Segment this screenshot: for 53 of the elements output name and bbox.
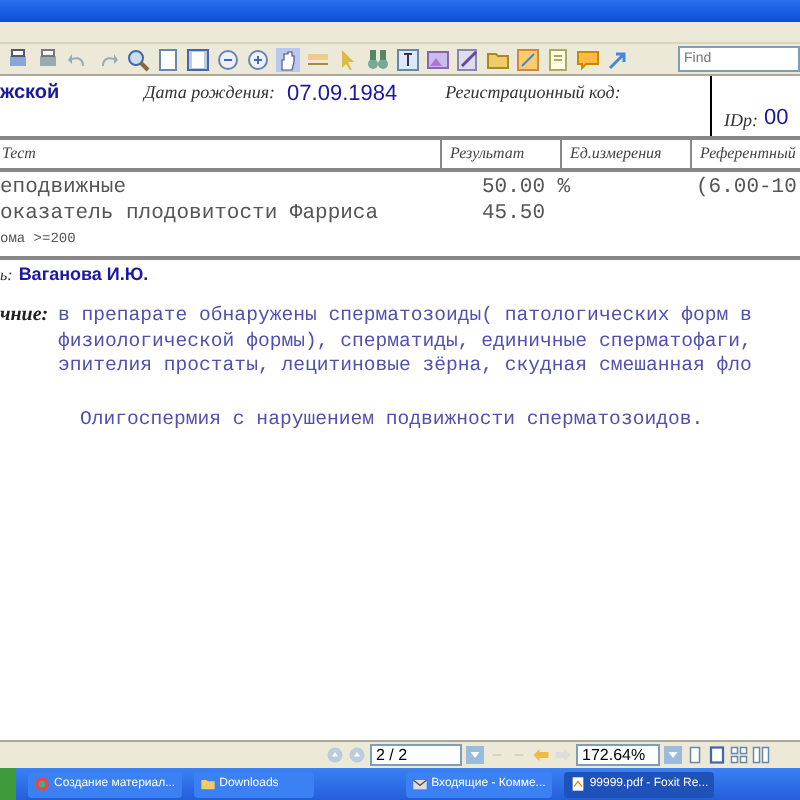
continuous-page-icon[interactable] xyxy=(708,746,726,764)
image-icon[interactable] xyxy=(426,47,450,71)
reference-range: (6.00-10 xyxy=(696,176,799,202)
first-page-icon[interactable] xyxy=(326,746,344,764)
note-icon[interactable] xyxy=(516,47,540,71)
printer-icon[interactable] xyxy=(36,47,60,71)
zoom-out-icon[interactable] xyxy=(216,47,240,71)
conclusion-text-line: эпителия простаты, лецитиновые зёрна, скудная смешанная фло xyxy=(58,354,754,379)
field-label: IDр: xyxy=(724,110,758,130)
dropdown-icon[interactable] xyxy=(664,746,682,764)
field-label: ь: xyxy=(0,266,13,284)
note-icon[interactable] xyxy=(546,47,570,71)
arrow-icon[interactable] xyxy=(606,47,630,71)
document-icon xyxy=(569,776,586,792)
column-header: Результат xyxy=(440,140,560,168)
patient-name: жской xyxy=(0,82,62,104)
field-label: Регистрационный код: xyxy=(445,82,621,102)
browser-icon xyxy=(34,776,50,792)
zoom-field[interactable]: 172.64% xyxy=(576,744,660,766)
conclusion-summary: Олигоспермия с нарушением подвижности сперматозоидов. xyxy=(80,407,706,429)
result-value: 50.00 % xyxy=(482,176,573,202)
zoom-in-icon[interactable] xyxy=(246,47,270,71)
page-number-field[interactable]: 2 / 2 xyxy=(370,744,462,766)
dropdown-icon[interactable] xyxy=(466,746,484,764)
text-box-icon[interactable] xyxy=(396,47,420,71)
previous-page-icon[interactable] xyxy=(348,746,366,764)
field-label: Дата рождения: xyxy=(144,82,276,102)
envelope-icon xyxy=(411,776,428,792)
doctor-name: Ваганова И.Ю. xyxy=(18,264,149,284)
single-page-icon[interactable] xyxy=(686,746,704,764)
two-page-icon[interactable] xyxy=(752,746,770,764)
comment-icon[interactable] xyxy=(576,47,600,71)
pen-icon[interactable] xyxy=(456,47,480,71)
conclusion-text-line: в препарате обнаружены сперматозоиды( патологических форм в xyxy=(58,304,754,329)
folder-icon xyxy=(199,776,216,792)
birth-date: 07.09.1984 xyxy=(287,82,398,106)
column-header: Ед.измерения xyxy=(560,140,690,168)
page-icon[interactable] xyxy=(156,47,180,71)
column-header: Тест xyxy=(0,142,38,166)
facing-pages-icon[interactable] xyxy=(730,746,748,764)
pointer-icon[interactable] xyxy=(336,47,360,71)
hand-icon[interactable] xyxy=(276,47,300,71)
column-header: Референтный xyxy=(690,140,800,168)
test-name: оказатель плодовитости Фарриса xyxy=(0,202,381,228)
printer-icon[interactable] xyxy=(6,47,30,71)
start-button[interactable] xyxy=(0,768,16,800)
field-label: чние: xyxy=(0,304,51,330)
zoom-icon[interactable] xyxy=(126,47,150,71)
page-icon[interactable] xyxy=(186,47,210,71)
conclusion-text-line: физиологической формы), сперматиды, единичные сперматофаги, xyxy=(58,329,754,354)
result-value: 45.50 xyxy=(482,202,548,228)
id-value: 00 xyxy=(764,106,789,130)
test-name: еподвижные xyxy=(0,176,129,202)
